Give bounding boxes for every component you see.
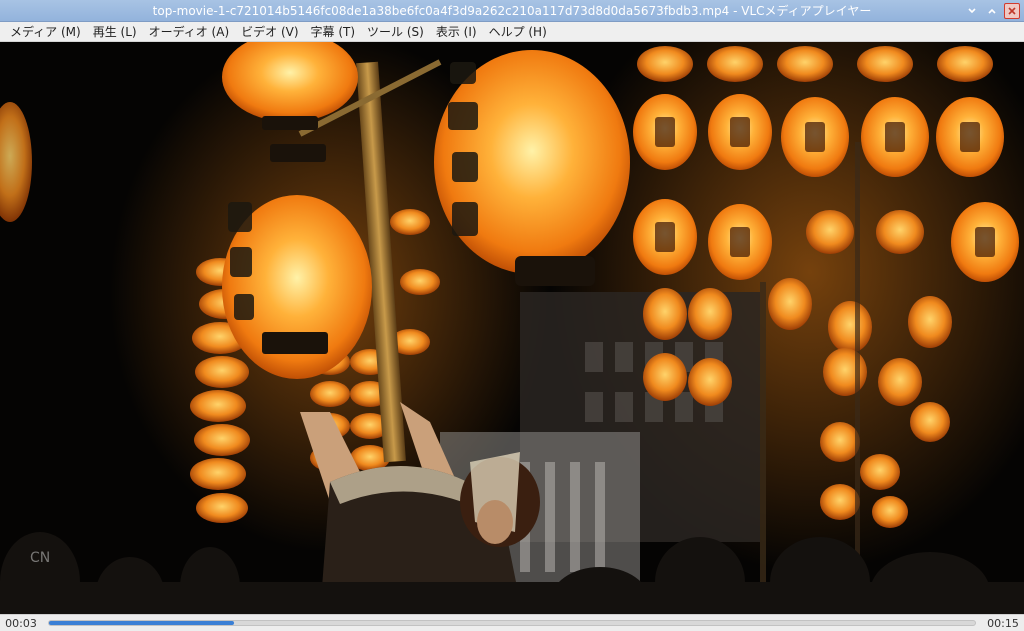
video-frame: CN [0, 42, 1024, 614]
title-bar[interactable]: top-movie-1-c721014b5146fc08de1a38be6fc0… [0, 0, 1024, 22]
total-time: 00:15 [987, 616, 1019, 630]
window-title: top-movie-1-c721014b5146fc08de1a38be6fc0… [152, 4, 872, 18]
seek-bar[interactable] [48, 620, 976, 626]
maximize-button[interactable] [984, 3, 1000, 19]
seek-progress [49, 621, 235, 625]
elapsed-time: 00:03 [5, 616, 37, 630]
menu-playback[interactable]: 再生 (L) [87, 22, 143, 42]
menu-help[interactable]: ヘルプ (H) [483, 22, 553, 42]
maximize-icon [988, 8, 996, 14]
menu-media[interactable]: メディア (M) [4, 22, 87, 42]
menu-tools[interactable]: ツール (S) [361, 22, 430, 42]
close-button[interactable] [1004, 3, 1020, 19]
close-icon [1008, 7, 1016, 15]
menu-bar: メディア (M) 再生 (L) オーディオ (A) ビデオ (V) 字幕 (T)… [0, 22, 1024, 42]
crowd-shirt-text: CN [30, 550, 50, 566]
vlc-window: top-movie-1-c721014b5146fc08de1a38be6fc0… [0, 0, 1024, 631]
video-display[interactable]: CN [0, 42, 1024, 614]
menu-audio[interactable]: オーディオ (A) [143, 22, 236, 42]
menu-view[interactable]: 表示 (I) [430, 22, 483, 42]
window-controls [964, 3, 1020, 19]
control-bar: 00:03 00:15 [0, 614, 1024, 631]
minimize-icon [968, 8, 976, 14]
menu-video[interactable]: ビデオ (V) [235, 22, 304, 42]
minimize-button[interactable] [964, 3, 980, 19]
menu-subtitle[interactable]: 字幕 (T) [305, 22, 362, 42]
